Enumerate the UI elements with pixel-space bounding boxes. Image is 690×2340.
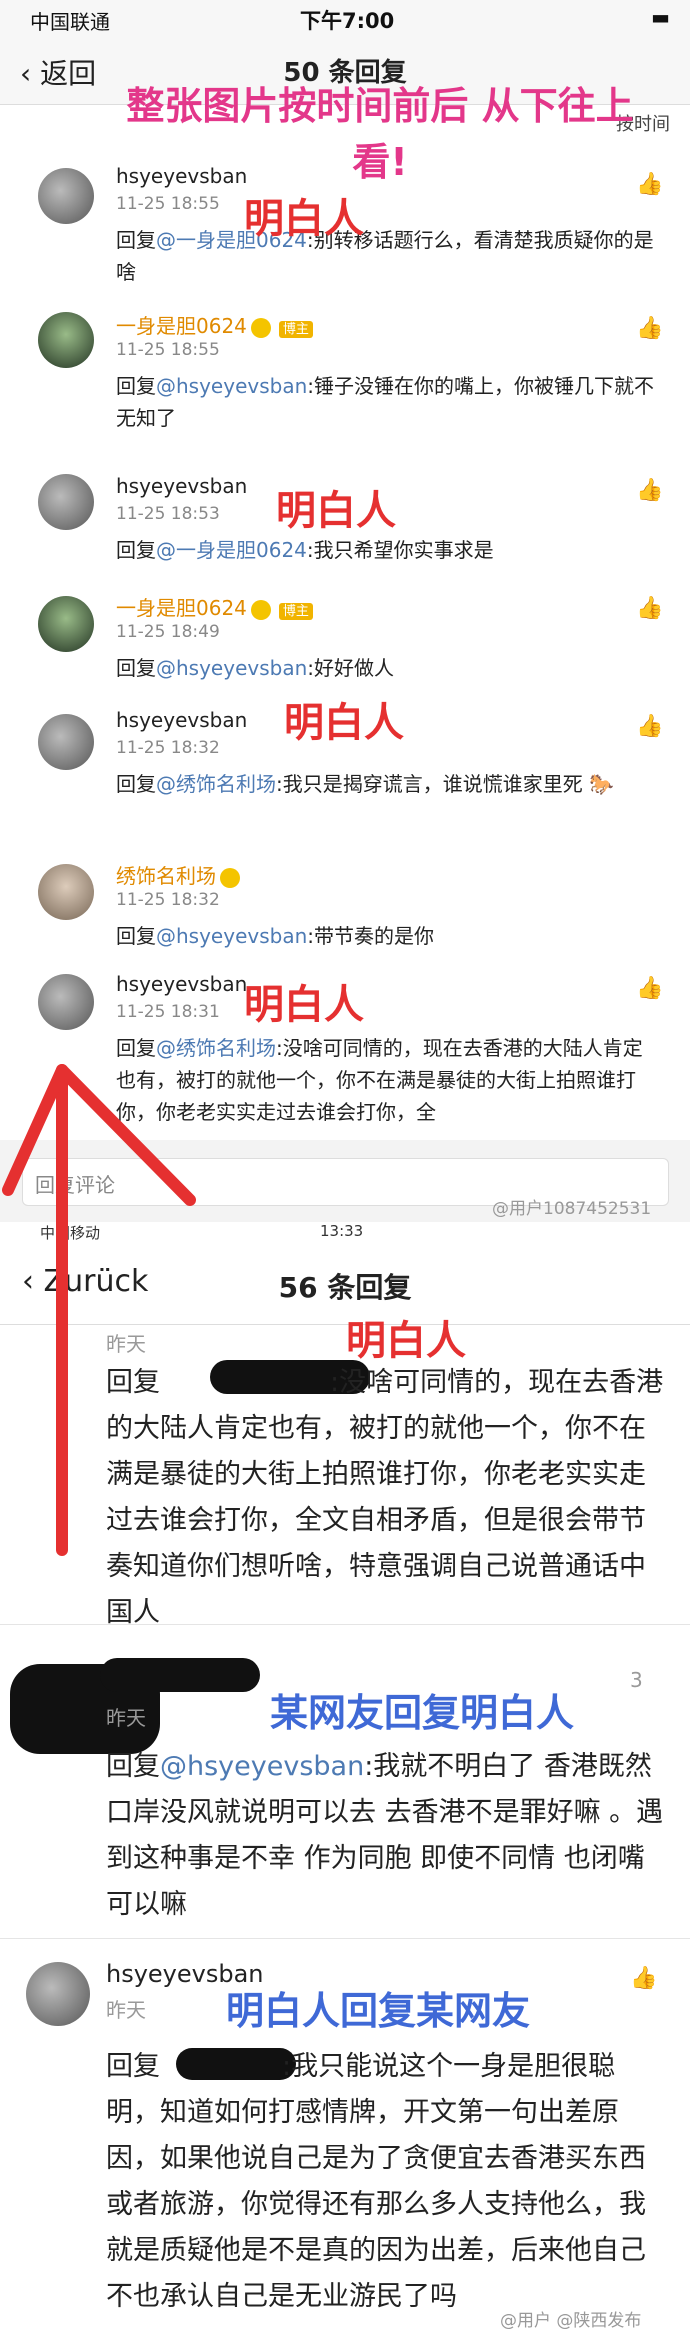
comment-text: 回复@绣饰名利场:我只是揭穿谎言，谁说慌谁家里死 🐎 [116,772,615,796]
annotation-label: 明白人 [346,1318,466,1364]
avatar[interactable] [38,168,94,224]
comment-text: 回复@hsyeyevsban:好好做人 [116,656,395,680]
comment-item: 绣饰名利场 11-25 18:32 回复@hsyeyevsban:带节奏的是你 [0,850,690,963]
author-badge: 博主 [278,603,313,620]
avatar[interactable] [38,312,94,368]
comment-text: 回复@hsyeyevsban:我就不明白了 香港既然口岸没风就说明可以去 去香港… [106,1751,664,1920]
comment-text: 回复@hsyeyevsban:带节奏的是你 [116,924,435,948]
status-time: 下午7:00 [300,9,395,33]
like-count: 3 [630,1668,643,1692]
watermark: @用户1087452531 [492,1199,652,1219]
comment-time: 11-25 18:32 [116,738,220,758]
comment-text: 回复@hsyeyevsban:锤子没锤在你的嘴上，你被锤几下就不无知了 [116,374,655,430]
comment-time: 昨天 [106,1998,146,2022]
comment-item: 一身是胆0624 博主 11-25 18:49 回复@hsyeyevsban:好好… [0,582,690,695]
comment-text: 回复:我只能说这个一身是胆很聪明，知道如何打感情牌，开文第一句出差原因，如果他说… [106,2051,646,2312]
comment-time: 11-25 18:55 [116,194,220,214]
comment-time: 11-25 18:49 [116,622,220,642]
author-badge: 博主 [278,321,313,338]
comment-username[interactable]: hsyeyevsban [116,708,247,732]
avatar[interactable] [38,974,94,1030]
comment-text: 回复@一身是胆0624:我只希望你实事求是 [116,538,494,562]
comment-time: 11-25 18:55 [116,340,220,360]
avatar[interactable] [38,864,94,920]
like-icon[interactable]: 👍 [636,478,663,503]
carrier-label: 中国联通 [30,10,110,34]
like-icon[interactable]: 👍 [636,976,663,1001]
vip-icon [250,317,271,338]
comment-time: 11-25 18:31 [116,1002,220,1022]
avatar[interactable] [38,714,94,770]
annotation-label: 明白人 [244,196,364,242]
comment-username[interactable]: 绣饰名利场 [116,860,240,889]
comment-username[interactable]: 一身是胆0624 博主 [116,592,313,621]
like-icon[interactable]: 👍 [636,316,663,341]
status-bar: 中国联通 下午7:00 ▬ [0,0,690,34]
redacted-username [100,1658,260,1692]
comment-username[interactable]: 一身是胆0624 博主 [116,310,313,339]
like-icon[interactable]: 👍 [630,1966,657,1991]
comment-username[interactable]: hsyeyevsban [116,474,247,498]
up-arrow-icon [2,1064,196,1556]
battery-icon: ▬ [651,5,670,29]
comment-time: 11-25 18:53 [116,504,220,524]
watermark: @用户 @陕西发布 [500,2311,642,2331]
annotation-label: 明白人 [276,488,396,534]
annotation-label: 明白人 [284,700,404,746]
comment-time: 昨天 [106,1706,146,1730]
avatar[interactable] [26,1962,90,2026]
vip-icon [250,599,271,620]
annotation-instruction: 整张图片按时间前后 从下往上看! [126,84,634,184]
comment-text: 回复@一身是胆0624:别转移话题行么，看清楚我质疑你的是啥 [116,228,654,284]
annotation-label: 某网友回复明白人 [270,1691,575,1735]
comment-username[interactable]: hsyeyevsban [116,972,247,996]
avatar[interactable] [38,596,94,652]
like-icon[interactable]: 👍 [636,596,663,621]
avatar[interactable] [38,474,94,530]
comment-time: 11-25 18:32 [116,890,220,910]
status-time-2: 13:33 [320,1222,364,1240]
annotation-label: 明白人回复某网友 [226,1989,531,2033]
annotation-label: 明白人 [244,982,364,1028]
comment-item: 一身是胆0624 博主 11-25 18:55 回复@hsyeyevsban:锤子… [0,290,690,441]
vip-icon [220,867,240,888]
like-icon[interactable]: 👍 [636,714,663,739]
